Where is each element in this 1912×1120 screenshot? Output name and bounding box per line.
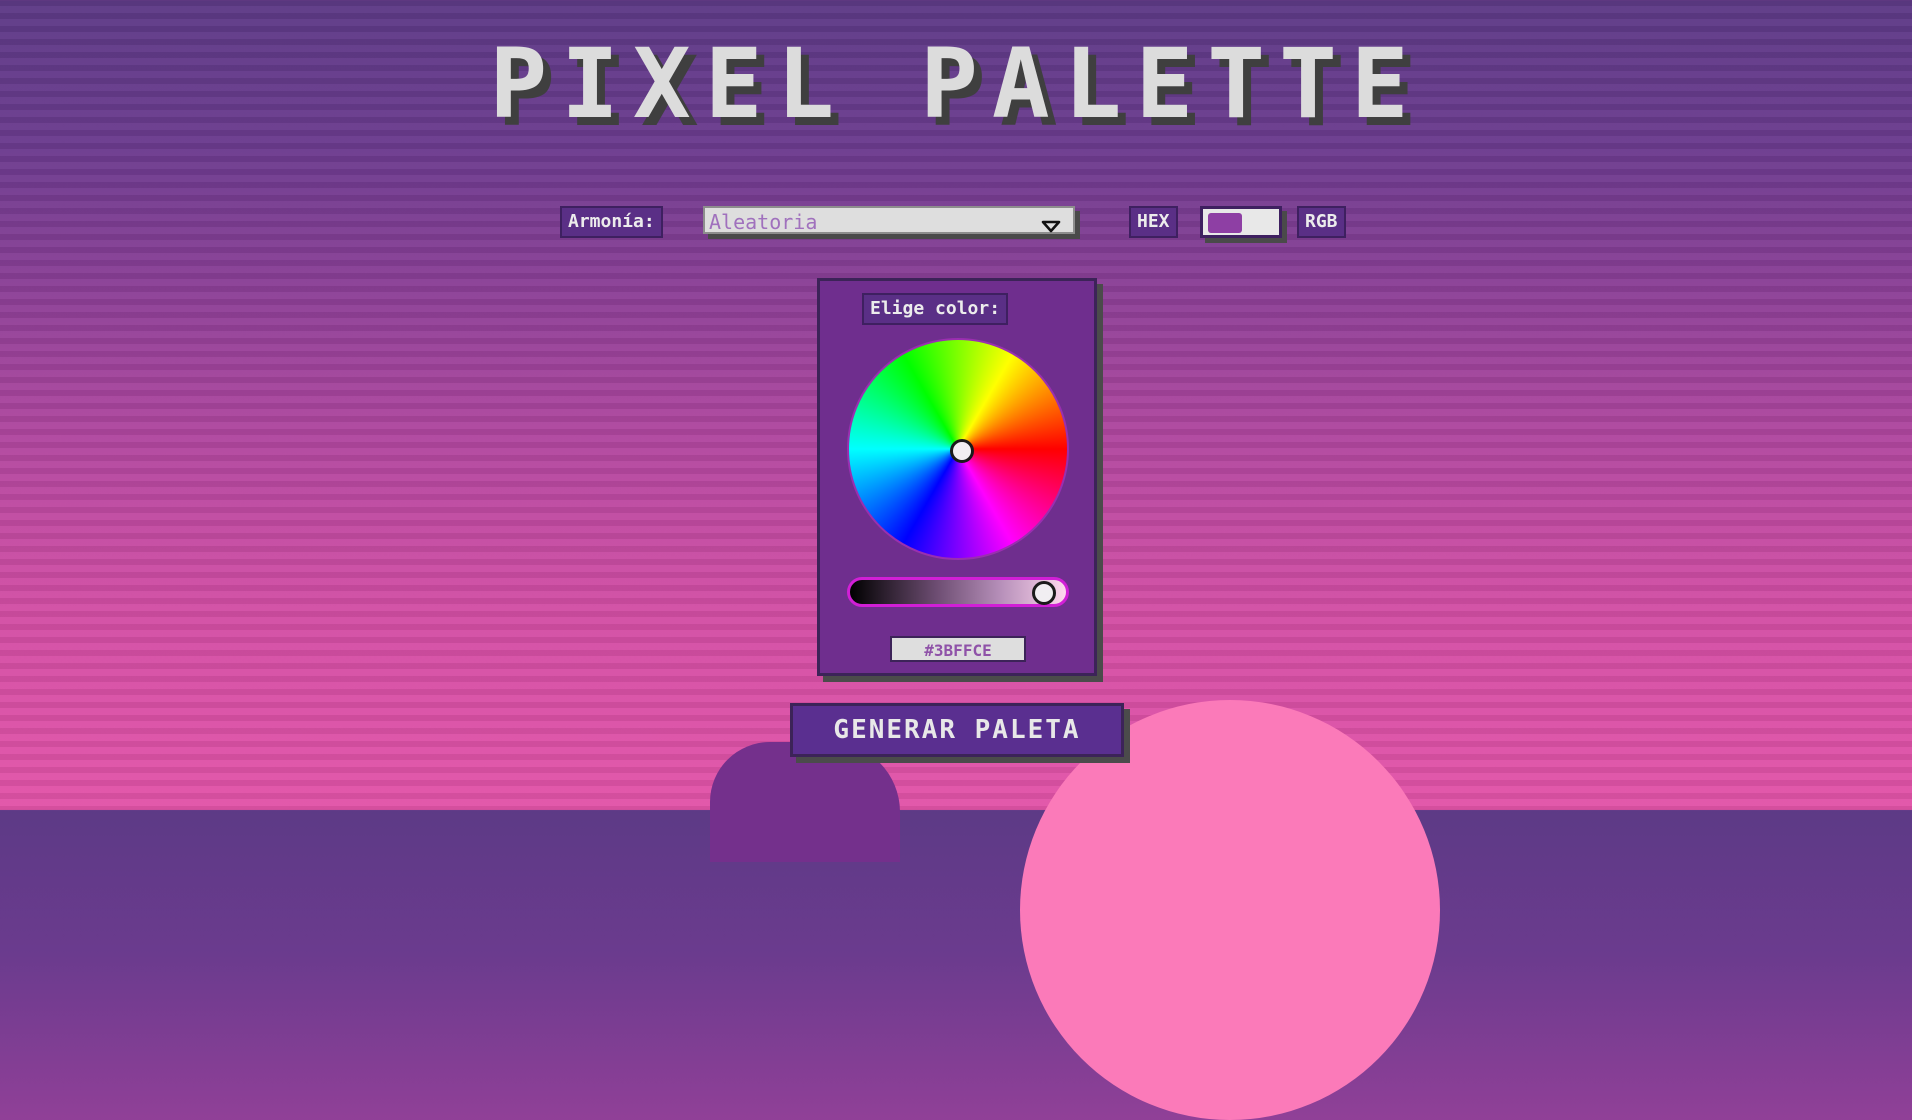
page-title: PIXEL PALETTE	[489, 28, 1423, 140]
format-toggle[interactable]	[1200, 206, 1282, 238]
background-sun	[1020, 700, 1440, 1120]
generate-palette-button[interactable]: GENERAR PALETA	[790, 703, 1124, 757]
background-hill	[710, 742, 900, 862]
format-hex-label[interactable]: HEX	[1129, 206, 1178, 238]
format-toggle-knob[interactable]	[1208, 213, 1242, 233]
harmony-select-value: Aleatoria	[709, 210, 818, 234]
harmony-select[interactable]: Aleatoria	[703, 206, 1075, 234]
controls-bar: Armonía: Aleatoria HEX RGB	[0, 206, 1912, 240]
background-blur	[1540, 268, 1912, 338]
color-wheel-handle[interactable]	[950, 439, 974, 463]
picker-label: Elige color:	[862, 293, 1009, 325]
hex-value-field[interactable]: #3BFFCE	[890, 636, 1026, 662]
harmony-label: Armonía:	[560, 206, 663, 238]
chevron-down-icon	[1041, 213, 1061, 233]
brightness-slider-handle[interactable]	[1032, 581, 1056, 605]
color-picker-panel: Elige color: #3BFFCE	[817, 278, 1097, 676]
format-rgb-label[interactable]: RGB	[1297, 206, 1346, 238]
